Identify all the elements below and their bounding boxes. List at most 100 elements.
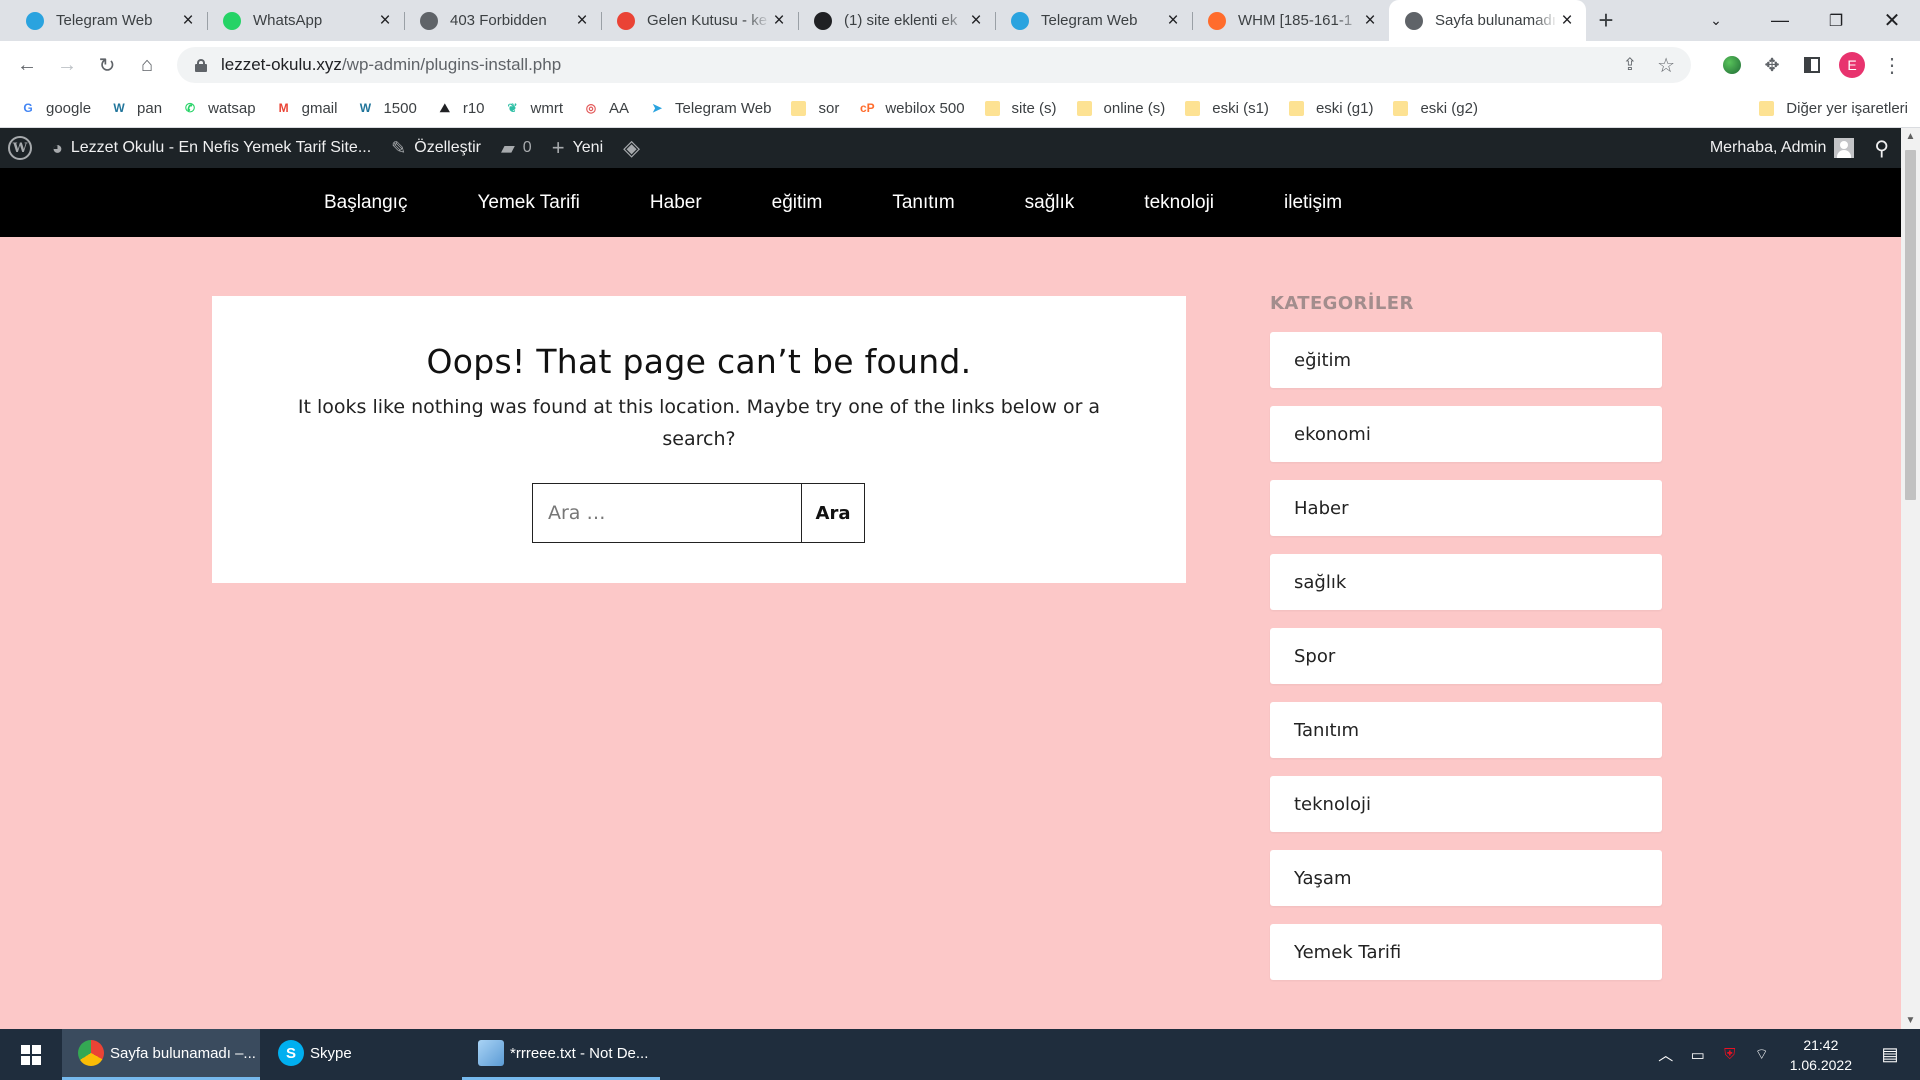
search-input[interactable] — [532, 483, 801, 543]
extensions-puzzle-icon[interactable]: ✥ — [1754, 41, 1790, 89]
bookmark-item[interactable]: ⛰ r10 — [437, 100, 485, 117]
share-icon[interactable]: ⇪ — [1623, 55, 1637, 75]
browser-tab[interactable]: Telegram Web × — [10, 0, 207, 41]
forward-button[interactable]: → — [47, 45, 87, 85]
bookmark-item[interactable]: ❦ wmrt — [505, 100, 564, 117]
nav-item[interactable]: eğitim — [772, 192, 823, 214]
page-scrollbar[interactable]: ▲ ▼ — [1901, 128, 1920, 1029]
admin-search-button[interactable]: ⚲ — [1864, 128, 1901, 168]
browser-tab[interactable]: 403 Forbidden × — [404, 0, 601, 41]
security-shield-icon[interactable]: ⛨ — [1714, 1046, 1746, 1063]
search-submit-button[interactable]: Ara — [801, 483, 865, 543]
wp-logo-menu[interactable]: W — [0, 128, 42, 168]
browser-tab[interactable]: Sayfa bulunamadı × — [1389, 0, 1586, 41]
bookmark-item[interactable]: eski (g1) — [1288, 100, 1373, 117]
nav-item[interactable]: Başlangıç — [324, 192, 407, 214]
category-link[interactable]: Yemek Tarifi — [1270, 924, 1662, 980]
start-button[interactable] — [0, 1029, 62, 1080]
wifi-icon[interactable]: ⌔ — [1746, 1045, 1778, 1064]
browser-tab[interactable]: (1) site eklenti ek × — [798, 0, 995, 41]
close-icon[interactable]: × — [1558, 10, 1576, 32]
taskbar-app[interactable]: S Skype — [262, 1029, 460, 1080]
close-icon[interactable]: × — [1361, 10, 1379, 32]
account-menu[interactable]: Merhaba, Admin — [1700, 128, 1865, 168]
notifications-icon[interactable]: ▤ — [1874, 1044, 1906, 1065]
nav-item[interactable]: Haber — [650, 192, 702, 214]
other-bookmarks[interactable]: Diğer yer işaretleri — [1759, 89, 1908, 128]
site-navigation: Başlangıç Yemek Tarifi Haber eğitim Tanıtım s… — [0, 168, 1901, 237]
close-icon[interactable]: × — [179, 10, 197, 32]
close-window-button[interactable]: ✕ — [1864, 0, 1920, 41]
bookmark-item[interactable]: online (s) — [1076, 100, 1165, 117]
new-content-menu[interactable]: + Yeni — [542, 128, 613, 168]
taskbar-app-label: Sayfa bulunamadı –... — [110, 1044, 256, 1062]
tab-title: Sayfa bulunamadı — [1435, 12, 1556, 29]
close-icon[interactable]: × — [967, 10, 985, 32]
bookmark-item[interactable]: ◎ AA — [583, 100, 629, 117]
scrollbar-thumb[interactable] — [1905, 150, 1916, 500]
nav-item[interactable]: iletişim — [1284, 192, 1342, 214]
restore-button[interactable]: ❐ — [1808, 0, 1864, 41]
avatar — [1834, 138, 1855, 158]
bookmark-item[interactable]: site (s) — [984, 100, 1057, 117]
category-link[interactable]: teknoloji — [1270, 776, 1662, 832]
category-link[interactable]: Haber — [1270, 480, 1662, 536]
bookmark-item[interactable]: eski (g2) — [1393, 100, 1478, 117]
bookmark-item[interactable]: Ggoogle — [20, 100, 91, 117]
address-bar[interactable]: lezzet-okulu.xyz/wp-admin/plugins-instal… — [177, 47, 1691, 83]
nav-item[interactable]: Yemek Tarifi — [477, 192, 579, 214]
browser-tab[interactable]: Gelen Kutusu - ke × — [601, 0, 798, 41]
plugin-diamond-menu[interactable]: ◈ — [613, 128, 658, 168]
bookmark-item[interactable]: W 1500 — [357, 100, 417, 117]
category-link[interactable]: sağlık — [1270, 554, 1662, 610]
browser-tab[interactable]: Telegram Web × — [995, 0, 1192, 41]
side-panel-icon[interactable] — [1794, 41, 1830, 89]
bookmark-item[interactable]: ✆ watsap — [182, 100, 256, 117]
comments-link[interactable]: ▰ 0 — [491, 128, 542, 168]
bookmark-item[interactable]: ➤ Telegram Web — [649, 100, 771, 117]
close-icon[interactable]: × — [770, 10, 788, 32]
back-button[interactable]: ← — [7, 45, 47, 85]
category-link[interactable]: Tanıtım — [1270, 702, 1662, 758]
not-found-message: It looks like nothing was found at this … — [297, 396, 1101, 450]
bookmark-item[interactable]: Wpan — [111, 100, 162, 117]
category-link[interactable]: ekonomi — [1270, 406, 1662, 462]
bookmark-item[interactable]: eski (s1) — [1185, 100, 1269, 117]
bookmark-item[interactable]: cP webilox 500 — [859, 100, 965, 117]
nav-item[interactable]: Tanıtım — [892, 192, 954, 214]
chevron-up-icon[interactable]: ︿ — [1650, 1044, 1682, 1065]
minimize-button[interactable]: — — [1752, 0, 1808, 41]
new-tab-button[interactable]: + — [1586, 0, 1626, 41]
home-button[interactable]: ⌂ — [127, 45, 167, 85]
scroll-down-arrow-icon[interactable]: ▼ — [1901, 1012, 1920, 1029]
tab-search-button[interactable]: ⌄ — [1688, 0, 1744, 41]
reload-button[interactable]: ↻ — [87, 45, 127, 85]
site-name-menu[interactable]: ◕ Lezzet Okulu - En Nefis Yemek Tarif Si… — [42, 128, 381, 168]
clock[interactable]: 21:42 1.06.2022 — [1790, 1035, 1852, 1075]
profile-avatar[interactable]: E — [1834, 41, 1870, 89]
menu-kebab-icon[interactable]: ⋮ — [1874, 41, 1910, 89]
category-link[interactable]: Spor — [1270, 628, 1662, 684]
close-icon[interactable]: × — [1164, 10, 1182, 32]
taskbar-app[interactable]: *rrreee.txt - Not De... — [462, 1029, 660, 1080]
taskbar-app[interactable]: Sayfa bulunamadı –... — [62, 1029, 260, 1080]
browser-tab[interactable]: WhatsApp × — [207, 0, 404, 41]
profile-initial: E — [1839, 52, 1865, 78]
bookmark-item[interactable]: sor — [791, 100, 839, 117]
battery-icon[interactable]: ▭ — [1682, 1046, 1714, 1064]
google-icon: G — [23, 101, 33, 115]
category-link[interactable]: Yaşam — [1270, 850, 1662, 906]
extension-globe-icon[interactable] — [1714, 41, 1750, 89]
browser-tab[interactable]: WHM [185-161-1 × — [1192, 0, 1389, 41]
close-icon[interactable]: × — [376, 10, 394, 32]
telegram-icon — [1011, 11, 1029, 30]
bookmark-star-icon[interactable]: ☆ — [1657, 53, 1675, 78]
category-link[interactable]: eğitim — [1270, 332, 1662, 388]
close-icon[interactable]: × — [573, 10, 591, 32]
nav-item[interactable]: sağlık — [1025, 192, 1075, 214]
bookmark-list: Ggoogle Wpan ✆ watsap Mgmail W 1500 ⛰ r10 ❦ wmrt ◎ A… — [20, 100, 1498, 117]
scroll-up-arrow-icon[interactable]: ▲ — [1901, 128, 1920, 145]
nav-item[interactable]: teknoloji — [1144, 192, 1214, 214]
bookmark-item[interactable]: Mgmail — [276, 100, 338, 117]
customize-link[interactable]: ✎ Özelleştir — [381, 128, 491, 168]
